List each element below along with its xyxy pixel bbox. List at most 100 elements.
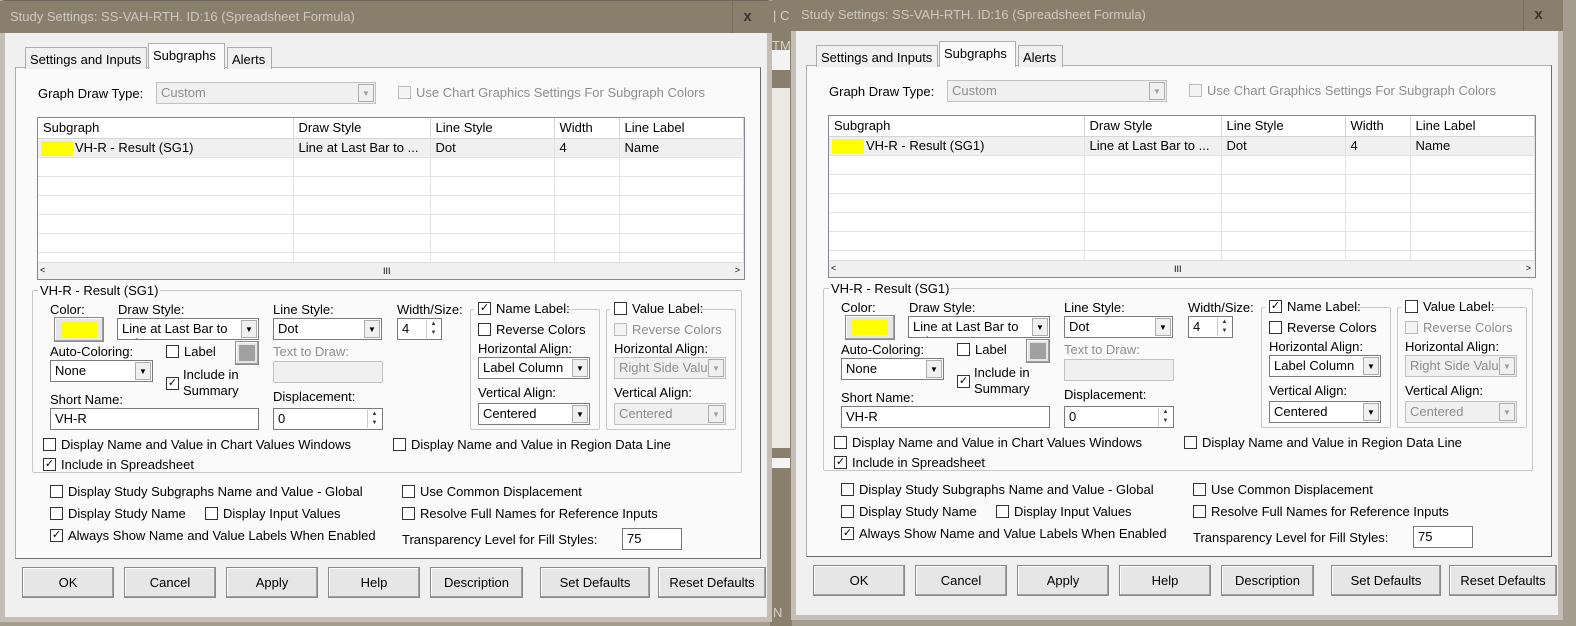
name-label-v-align-select[interactable]: Centered ▼ — [478, 403, 590, 425]
spin-arrows-icon[interactable]: ▲ ▼ — [1217, 318, 1231, 336]
label-color-button[interactable] — [235, 341, 259, 365]
label-checkbox[interactable] — [957, 343, 970, 356]
color-button[interactable] — [54, 317, 104, 342]
color-button[interactable] — [845, 315, 895, 340]
reset-defaults-button[interactable]: Reset Defaults — [658, 567, 766, 598]
auto-coloring-select[interactable]: None ▼ — [841, 358, 944, 380]
cancel-button[interactable]: Cancel — [915, 565, 1007, 596]
chevron-down-icon[interactable]: ▼ — [1363, 357, 1379, 375]
include-spreadsheet-checkbox[interactable]: ✓ — [43, 458, 56, 471]
scroll-grip[interactable]: III — [1174, 264, 1182, 274]
value-label-checkbox[interactable] — [614, 302, 627, 315]
spin-arrows-icon[interactable]: ▲ ▼ — [426, 320, 440, 338]
name-label-checkbox[interactable]: ✓ — [1269, 300, 1282, 313]
tab-subgraphs[interactable]: Subgraphs — [939, 41, 1016, 67]
include-summary-checkbox[interactable]: ✓ — [957, 375, 970, 388]
scroll-left-icon[interactable]: < — [831, 263, 836, 273]
name-label-reverse-colors-checkbox[interactable] — [1269, 321, 1282, 334]
tab-settings-and-inputs[interactable]: Settings and Inputs — [25, 47, 147, 69]
auto-coloring-select[interactable]: None ▼ — [50, 360, 153, 382]
short-name-input[interactable]: VH-R — [841, 406, 1050, 428]
scroll-grip[interactable]: III — [383, 266, 391, 276]
width-spinner[interactable]: 4 ▲ ▼ — [1188, 316, 1233, 338]
apply-button[interactable]: Apply — [1017, 565, 1109, 596]
line-style-select[interactable]: Dot ▼ — [273, 318, 382, 340]
chevron-down-icon[interactable]: ▼ — [926, 360, 942, 378]
chevron-down-icon[interactable]: ▼ — [572, 405, 588, 423]
close-icon[interactable]: x — [732, 1, 762, 33]
transparency-input[interactable]: 75 — [1413, 526, 1473, 548]
cancel-button[interactable]: Cancel — [124, 567, 216, 598]
close-icon[interactable]: x — [1523, 0, 1553, 31]
chevron-down-icon[interactable]: ▼ — [572, 359, 588, 377]
column-header[interactable]: Subgraph — [829, 116, 1085, 137]
table-row[interactable]: VH-R - Result (SG1) Line at Last Bar to .… — [38, 138, 744, 158]
display-region-data-checkbox[interactable] — [1184, 436, 1197, 449]
display-input-values-checkbox[interactable] — [996, 505, 1009, 518]
display-study-name-checkbox[interactable] — [841, 505, 854, 518]
display-subgraphs-global-checkbox[interactable] — [50, 485, 63, 498]
chevron-down-icon[interactable]: ▼ — [1363, 403, 1379, 421]
chevron-down-icon[interactable]: ▼ — [135, 362, 151, 380]
tab-subgraphs[interactable]: Subgraphs — [148, 43, 225, 69]
name-label-reverse-colors-checkbox[interactable] — [478, 323, 491, 336]
chevron-down-icon[interactable]: ▼ — [364, 320, 380, 338]
label-color-button[interactable] — [1026, 339, 1050, 363]
column-header[interactable]: Draw Style — [293, 118, 431, 139]
use-common-displacement-checkbox[interactable] — [1193, 483, 1206, 496]
always-show-labels-checkbox[interactable]: ✓ — [50, 529, 63, 542]
name-label-v-align-select[interactable]: Centered ▼ — [1269, 401, 1381, 423]
scroll-right-icon[interactable]: > — [1526, 263, 1531, 273]
display-region-data-checkbox[interactable] — [393, 438, 406, 451]
include-summary-checkbox[interactable]: ✓ — [166, 377, 179, 390]
column-header[interactable]: Subgraph — [38, 118, 294, 139]
always-show-labels-checkbox[interactable]: ✓ — [841, 527, 854, 540]
spin-arrows-icon[interactable]: ▲ ▼ — [367, 410, 381, 428]
short-name-input[interactable]: VH-R — [50, 408, 259, 430]
name-label-h-align-select[interactable]: Label Column ▼ — [478, 357, 590, 379]
chevron-down-icon[interactable]: ▼ — [241, 320, 257, 338]
display-chart-values-checkbox[interactable] — [43, 438, 56, 451]
transparency-input[interactable]: 75 — [622, 528, 682, 550]
column-header[interactable]: Line Label — [1410, 116, 1535, 137]
label-checkbox[interactable] — [166, 345, 179, 358]
column-header[interactable]: Line Style — [430, 118, 555, 139]
reset-defaults-button[interactable]: Reset Defaults — [1449, 565, 1557, 596]
spin-arrows-icon[interactable]: ▲ ▼ — [1158, 408, 1172, 426]
display-input-values-checkbox[interactable] — [205, 507, 218, 520]
column-header[interactable]: Draw Style — [1084, 116, 1222, 137]
apply-button[interactable]: Apply — [226, 567, 318, 598]
value-label-checkbox[interactable] — [1405, 300, 1418, 313]
scroll-right-icon[interactable]: > — [735, 265, 740, 275]
description-button[interactable]: Description — [430, 567, 523, 598]
name-label-h-align-select[interactable]: Label Column ▼ — [1269, 355, 1381, 377]
display-subgraphs-global-checkbox[interactable] — [841, 483, 854, 496]
column-header[interactable]: Line Label — [619, 118, 744, 139]
tab-settings-and-inputs[interactable]: Settings and Inputs — [816, 45, 938, 67]
scroll-left-icon[interactable]: < — [40, 265, 45, 275]
resolve-full-names-checkbox[interactable] — [1193, 505, 1206, 518]
display-chart-values-checkbox[interactable] — [834, 436, 847, 449]
displacement-spinner[interactable]: 0 ▲ ▼ — [273, 408, 383, 430]
display-study-name-checkbox[interactable] — [50, 507, 63, 520]
chevron-down-icon[interactable]: ▼ — [1155, 318, 1171, 336]
column-header[interactable]: Width — [554, 118, 620, 139]
column-header[interactable]: Line Style — [1221, 116, 1346, 137]
line-style-select[interactable]: Dot ▼ — [1064, 316, 1173, 338]
tab-alerts[interactable]: Alerts — [227, 47, 272, 69]
tab-alerts[interactable]: Alerts — [1018, 45, 1063, 67]
horizontal-scrollbar[interactable]: < III > — [38, 262, 744, 279]
displacement-spinner[interactable]: 0 ▲ ▼ — [1064, 406, 1174, 428]
table-row[interactable]: VH-R - Result (SG1) Line at Last Bar to .… — [829, 136, 1535, 156]
include-spreadsheet-checkbox[interactable]: ✓ — [834, 456, 847, 469]
chevron-down-icon[interactable]: ▼ — [1032, 318, 1048, 336]
width-spinner[interactable]: 4 ▲ ▼ — [397, 318, 442, 340]
help-button[interactable]: Help — [328, 567, 420, 598]
ok-button[interactable]: OK — [22, 567, 114, 598]
draw-style-select[interactable]: Line at Last Bar to Edge ▼ — [117, 318, 259, 340]
description-button[interactable]: Description — [1221, 565, 1314, 596]
use-common-displacement-checkbox[interactable] — [402, 485, 415, 498]
horizontal-scrollbar[interactable]: < III > — [829, 260, 1535, 277]
ok-button[interactable]: OK — [813, 565, 905, 596]
set-defaults-button[interactable]: Set Defaults — [1331, 565, 1441, 596]
